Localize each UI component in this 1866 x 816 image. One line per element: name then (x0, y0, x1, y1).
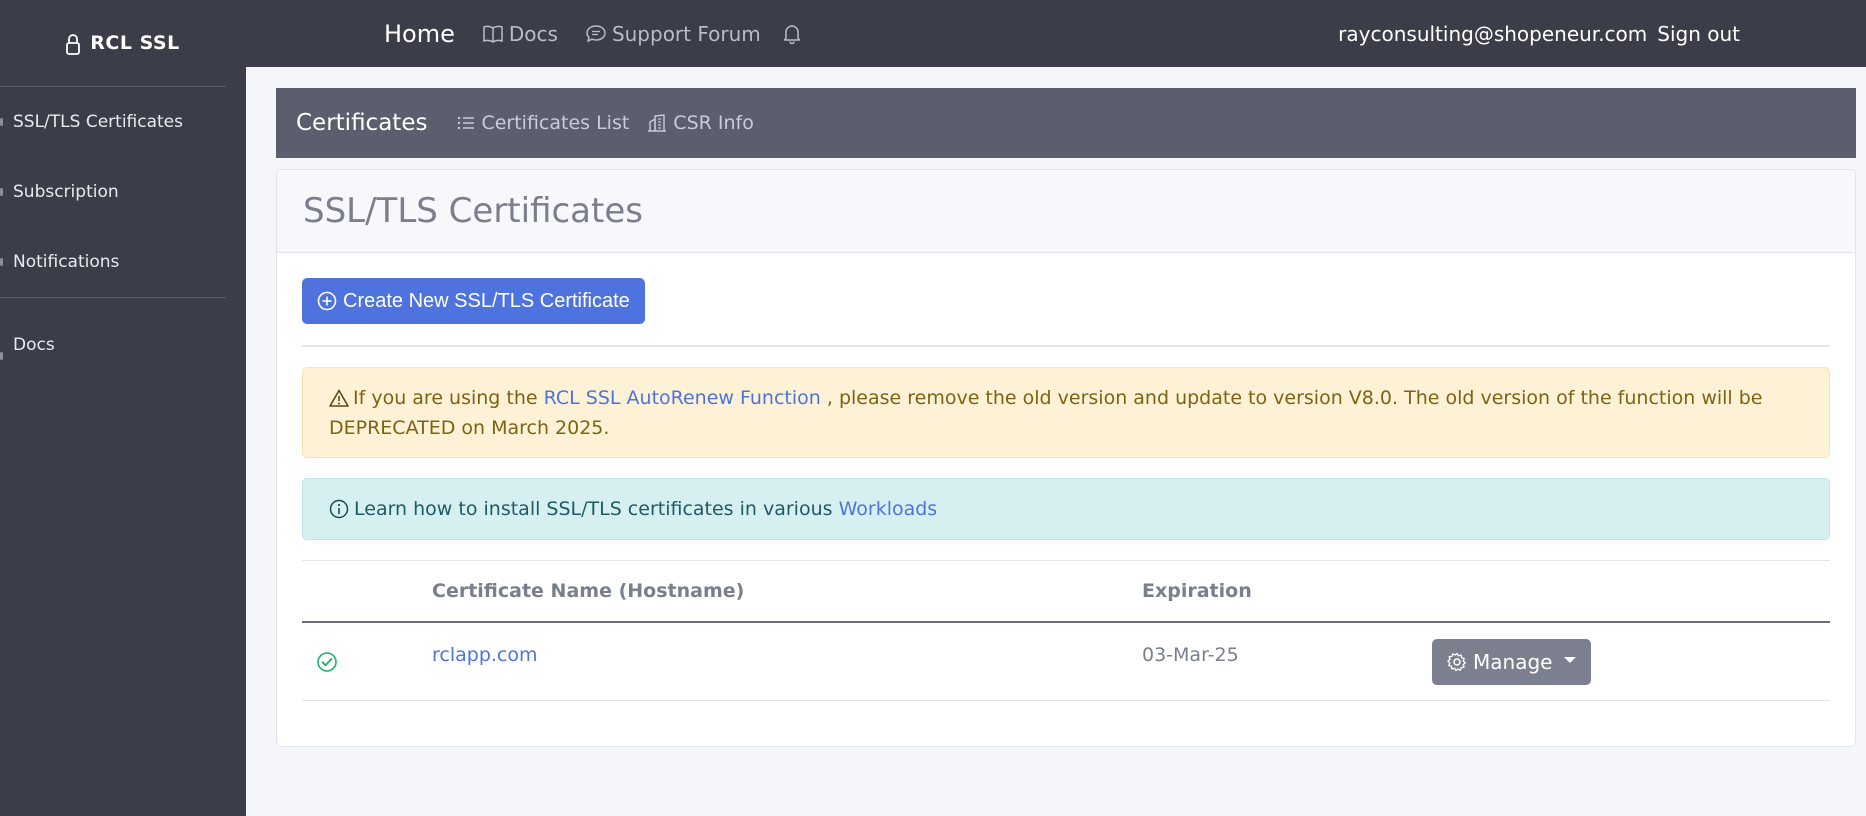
sidebar-item-subscription[interactable]: Subscription (0, 157, 246, 227)
gear-icon (1447, 652, 1466, 671)
create-certificate-button[interactable]: Create New SSL/TLS Certificate (302, 278, 645, 324)
sidebar: RCL SSL SSL/TLS Certificates Subscriptio… (0, 0, 246, 816)
lock-icon (66, 34, 81, 55)
certificates-card: SSL/TLS Certificates Create New SSL/TLS … (276, 169, 1856, 747)
sidebar-item-docs[interactable]: Docs (0, 321, 246, 369)
user-menu: rayconsulting@shopeneur.com Sign out (1338, 22, 1740, 46)
page-title: SSL/TLS Certificates (303, 191, 643, 231)
user-email[interactable]: rayconsulting@shopeneur.com (1338, 22, 1647, 46)
caret-down-icon (1564, 656, 1577, 663)
brand[interactable]: RCL SSL (0, 0, 246, 86)
autorenew-function-link[interactable]: RCL SSL AutoRenew Function (544, 387, 821, 409)
nav-docs-link[interactable]: Docs (483, 22, 558, 46)
deprecation-warning-alert: If you are using the RCL SSL AutoRenew F… (302, 367, 1830, 458)
certificates-list-link[interactable]: Certificates List (457, 112, 629, 134)
column-header-expiration: Expiration (1142, 580, 1252, 602)
warning-triangle-icon (329, 389, 349, 407)
csr-info-link[interactable]: CSR Info (647, 112, 754, 134)
divider (302, 345, 1830, 347)
certificates-list-label: Certificates List (481, 112, 630, 134)
install-info-alert: Learn how to install SSL/TLS certificate… (302, 478, 1830, 540)
manage-dropdown-button[interactable]: Manage (1432, 638, 1592, 685)
nav-support-label: Support Forum (611, 21, 761, 46)
sidebar-item-notifications[interactable]: Notifications (0, 227, 246, 297)
certificate-name-link[interactable]: rclapp.com (432, 644, 1142, 666)
status-valid-check-icon (316, 651, 432, 673)
info-text: Learn how to install SSL/TLS certificate… (354, 498, 833, 520)
building-icon (648, 114, 667, 132)
book-icon (483, 25, 503, 43)
notifications-bell-icon[interactable] (783, 24, 801, 44)
certificates-subnav: Certificates Certificates List CSR Info (276, 88, 1856, 158)
csr-info-label: CSR Info (673, 112, 754, 134)
info-circle-icon (329, 499, 349, 519)
manage-label: Manage (1473, 649, 1553, 674)
card-body: Create New SSL/TLS Certificate If you ar… (277, 253, 1855, 701)
chat-icon (586, 24, 606, 42)
certificates-table: Certificate Name (Hostname) Expiration r… (302, 560, 1830, 701)
table-row: rclapp.com 03-Mar-25 Manage (302, 623, 1830, 701)
table-header: Certificate Name (Hostname) Expiration (302, 561, 1830, 623)
top-navbar: Home Docs Support Forum rayconsulting@sh… (246, 0, 1866, 67)
nav-docs-label: Docs (508, 21, 558, 46)
plus-circle-icon (317, 291, 337, 311)
sidebar-item-label: Notifications (13, 252, 120, 272)
sidebar-item-ssl-certificates[interactable]: SSL/TLS Certificates (0, 87, 246, 157)
warning-text-prefix: If you are using the (353, 387, 538, 409)
sidebar-item-label: Subscription (13, 182, 119, 202)
create-certificate-label: Create New SSL/TLS Certificate (343, 289, 630, 312)
subnav-title[interactable]: Certificates (296, 110, 427, 136)
column-header-name: Certificate Name (Hostname) (432, 580, 745, 602)
card-header: SSL/TLS Certificates (277, 170, 1855, 253)
nav-support-link[interactable]: Support Forum (586, 22, 761, 46)
sign-out-link[interactable]: Sign out (1657, 22, 1740, 46)
list-icon (458, 116, 475, 130)
sidebar-item-label: SSL/TLS Certificates (13, 112, 183, 132)
brand-name: RCL SSL (90, 32, 180, 54)
certificate-expiration: 03-Mar-25 (1142, 643, 1239, 666)
nav-home-link[interactable]: Home (384, 20, 455, 48)
workloads-link[interactable]: Workloads (839, 498, 938, 520)
sidebar-item-label: Docs (13, 335, 55, 355)
